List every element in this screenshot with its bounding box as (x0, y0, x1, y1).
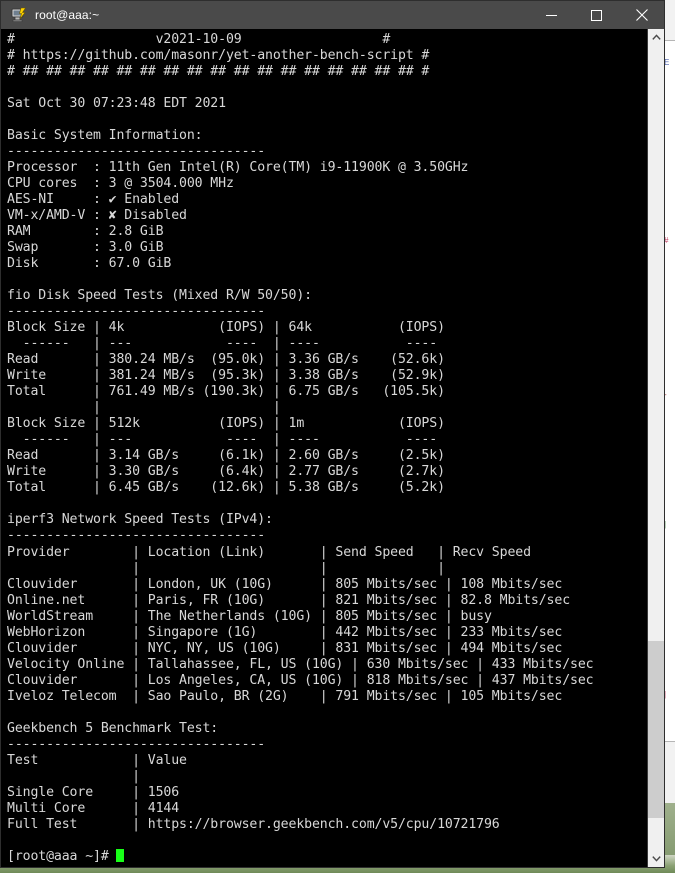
terminal-line: # v2021-10-09 # (7, 32, 391, 47)
maximize-button[interactable] (574, 1, 619, 29)
terminal-line: Disk : 67.0 GiB (7, 256, 172, 272)
terminal-line: RAM : 2.8 GiB (7, 224, 164, 240)
terminal-line: --------------------------------- (7, 144, 266, 160)
terminal-line: | (7, 768, 140, 784)
background-text-blip: | (664, 520, 667, 529)
terminal-line: Total | 6.45 GB/s (12.6k) | 5.38 GB/s (5… (7, 480, 445, 496)
scrollbar-track[interactable] (648, 46, 664, 850)
terminal-line: Velocity Online | Tallahassee, FL, US (1… (7, 656, 594, 672)
terminal-line: Clouvider | Los Angeles, CA, US (10G) | … (7, 672, 594, 688)
terminal-scrollbar[interactable] (647, 29, 664, 867)
terminal-line: Basic System Information: (7, 128, 203, 144)
scroll-up-button[interactable] (648, 29, 664, 46)
terminal-line: Clouvider | NYC, NY, US (10G) | 831 Mbit… (7, 640, 563, 656)
minimize-button[interactable] (529, 1, 574, 29)
terminal-area: # v2021-10-09 # # https://github.com/maso… (1, 29, 664, 867)
terminal-output[interactable]: # v2021-10-09 # # https://github.com/maso… (1, 29, 647, 867)
terminal-line: VM-x/AMD-V : ✘ Disabled (7, 208, 187, 224)
background-text-blip: E (664, 58, 670, 67)
terminal-line: ------ | --- ---- | ---- ---- (7, 432, 445, 448)
terminal-prompt-line: [root@aaa ~]# (7, 848, 647, 865)
terminal-line: iperf3 Network Speed Tests (IPv4): (7, 512, 273, 528)
window-title: root@aaa:~ (35, 8, 100, 22)
screen: E # - | | root@aaa:~ # v2021-10-09 # # h… (0, 0, 675, 873)
terminal-line: WebHorizon | Singapore (1G) | 442 Mbits/… (7, 624, 563, 640)
putty-icon (11, 7, 27, 23)
terminal-line: WorldStream | The Netherlands (10G) | 80… (7, 608, 492, 624)
terminal-line: | | (7, 400, 445, 416)
terminal-line: Test | Value (7, 752, 187, 768)
terminal-line: Total | 761.49 MB/s (190.3k) | 6.75 GB/s… (7, 384, 445, 400)
background-text-blip: - (664, 390, 667, 399)
terminal-line: Provider | Location (Link) | Send Speed … (7, 544, 547, 560)
terminal-line: Swap : 3.0 GiB (7, 240, 164, 256)
terminal-line: # https://github.com/masonr/yet-another-… (7, 48, 430, 64)
terminal-line: ------ | --- ---- | ---- ---- (7, 336, 445, 352)
terminal-line: Block Size | 4k (IOPS) | 64k (IOPS) (7, 320, 445, 336)
terminal-line: Online.net | Paris, FR (10G) | 821 Mbits… (7, 592, 571, 608)
terminal-line: CPU cores : 3 @ 3504.000 MHz (7, 176, 234, 192)
terminal-line: Read | 3.14 GB/s (6.1k) | 2.60 GB/s (2.5… (7, 448, 445, 464)
scrollbar-thumb[interactable] (648, 640, 664, 818)
terminal-line: AES-NI : ✔ Enabled (7, 192, 180, 208)
terminal-line: Sat Oct 30 07:23:48 EDT 2021 (7, 96, 226, 112)
terminal-line: --------------------------------- (7, 304, 266, 320)
scroll-down-button[interactable] (648, 850, 664, 867)
terminal-line: Write | 381.24 MB/s (95.3k) | 3.38 GB/s … (7, 368, 445, 384)
terminal-line: # ## ## ## ## ## ## ## ## ## ## ## ## ##… (7, 64, 430, 80)
terminal-line: | | | (7, 560, 547, 576)
background-text-blip: # (664, 236, 669, 245)
terminal-line: Single Core | 1506 (7, 784, 180, 800)
terminal-line: --------------------------------- (7, 736, 266, 752)
terminal-line: Write | 3.30 GB/s (6.4k) | 2.77 GB/s (2.… (7, 464, 445, 480)
putty-window: root@aaa:~ # v2021-10-09 # # https://gith… (0, 0, 665, 868)
terminal-line: Processor : 11th Gen Intel(R) Core(TM) i… (7, 160, 469, 176)
close-button[interactable] (619, 1, 664, 29)
terminal-line: Full Test | https://browser.geekbench.co… (7, 816, 500, 832)
terminal-line: Block Size | 512k (IOPS) | 1m (IOPS) (7, 416, 445, 432)
terminal-line: --------------------------------- (7, 528, 266, 544)
terminal-line: Geekbench 5 Benchmark Test: (7, 720, 219, 736)
window-titlebar[interactable]: root@aaa:~ (1, 1, 664, 29)
terminal-line: Iveloz Telecom | Sao Paulo, BR (2G) | 79… (7, 688, 563, 704)
block-cursor (116, 848, 125, 862)
terminal-line: fio Disk Speed Tests (Mixed R/W 50/50): (7, 288, 312, 304)
background-text-blip: | (664, 690, 667, 699)
terminal-line: Clouvider | London, UK (10G) | 805 Mbits… (7, 576, 563, 592)
terminal-line: Read | 380.24 MB/s (95.0k) | 3.36 GB/s (… (7, 352, 445, 368)
terminal-line: Multi Core | 4144 (7, 800, 180, 816)
window-controls (529, 1, 664, 29)
